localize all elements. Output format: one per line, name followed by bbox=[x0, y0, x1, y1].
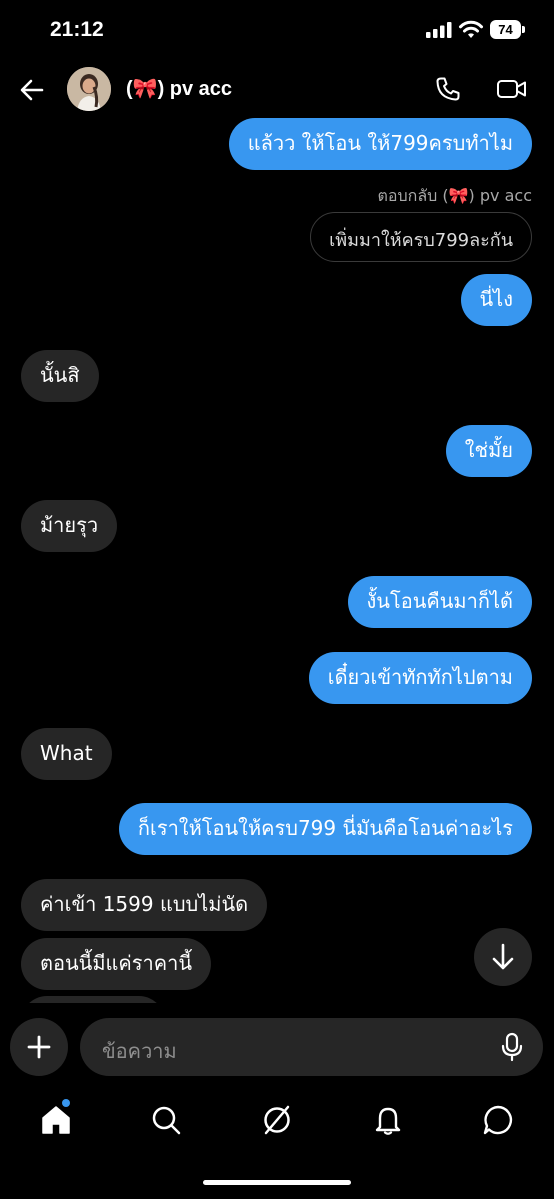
message-incoming[interactable]: ค่าเข้า 1599 แบบไม่นัด bbox=[21, 879, 268, 931]
composer: ข้อความ bbox=[0, 1018, 554, 1078]
chat-header: (🎀) pv acc bbox=[0, 60, 554, 118]
status-bar: 21:12 74 bbox=[0, 0, 554, 60]
cellular-signal-icon bbox=[426, 22, 452, 38]
home-icon[interactable] bbox=[40, 1104, 72, 1136]
status-time: 21:12 bbox=[50, 18, 104, 41]
home-indicator bbox=[203, 1180, 351, 1185]
video-icon[interactable] bbox=[496, 75, 528, 103]
message-incoming-partial bbox=[21, 996, 165, 1003]
message-incoming[interactable]: ตอนนี้มีแค่ราคานี้ bbox=[21, 938, 212, 990]
battery-icon: 74 bbox=[490, 20, 526, 40]
battery-level: 74 bbox=[490, 20, 521, 39]
bell-icon[interactable] bbox=[372, 1104, 404, 1136]
scroll-to-bottom-button[interactable] bbox=[474, 928, 532, 986]
message-incoming[interactable]: ม้ายรุว bbox=[21, 500, 118, 552]
message-outgoing[interactable]: ใช่มั้ย bbox=[445, 425, 532, 477]
avatar[interactable] bbox=[67, 67, 111, 111]
message-input-placeholder: ข้อความ bbox=[102, 1039, 177, 1063]
message-incoming[interactable]: What bbox=[21, 728, 112, 780]
reply-caption: ตอบกลับ (🎀) pv acc bbox=[377, 186, 533, 205]
message-outgoing[interactable]: แล้วว ให้โอน ให้799ครบทำไม bbox=[228, 118, 532, 170]
message-thread[interactable]: แล้วว ให้โอน ให้799ครบทำไม ตอบกลับ (🎀) p… bbox=[0, 118, 554, 1003]
message-outgoing[interactable]: งั้นโอนคืนมาก็ได้ bbox=[347, 576, 532, 628]
arrow-down-icon bbox=[492, 943, 514, 970]
explore-icon[interactable] bbox=[261, 1104, 293, 1136]
add-button[interactable] bbox=[10, 1018, 68, 1076]
avatar-photo bbox=[67, 67, 111, 111]
search-icon[interactable] bbox=[150, 1104, 182, 1136]
back-arrow-icon[interactable] bbox=[18, 76, 46, 104]
message-outgoing[interactable]: เดี๋ยวเข้าทักทักไปตาม bbox=[308, 652, 532, 704]
mic-icon[interactable] bbox=[501, 1032, 523, 1062]
phone-icon[interactable] bbox=[434, 75, 462, 103]
message-outgoing[interactable]: ก็เราให้โอนให้ครบ799 นี่มันคือโอนค่าอะไร bbox=[118, 803, 532, 855]
reply-quote[interactable]: เพิ่มมาให้ครบ799ละกัน bbox=[310, 212, 532, 262]
plus-icon bbox=[27, 1035, 51, 1059]
message-outgoing[interactable]: นี่ไง bbox=[460, 274, 532, 326]
bottom-tab-bar bbox=[0, 1090, 554, 1150]
chat-icon[interactable] bbox=[482, 1104, 514, 1136]
message-input[interactable]: ข้อความ bbox=[80, 1018, 543, 1076]
wifi-icon bbox=[459, 20, 483, 38]
message-incoming[interactable]: นั้นสิ bbox=[21, 350, 99, 402]
conversation-title[interactable]: (🎀) pv acc bbox=[126, 76, 232, 101]
home-notification-dot bbox=[62, 1099, 70, 1107]
